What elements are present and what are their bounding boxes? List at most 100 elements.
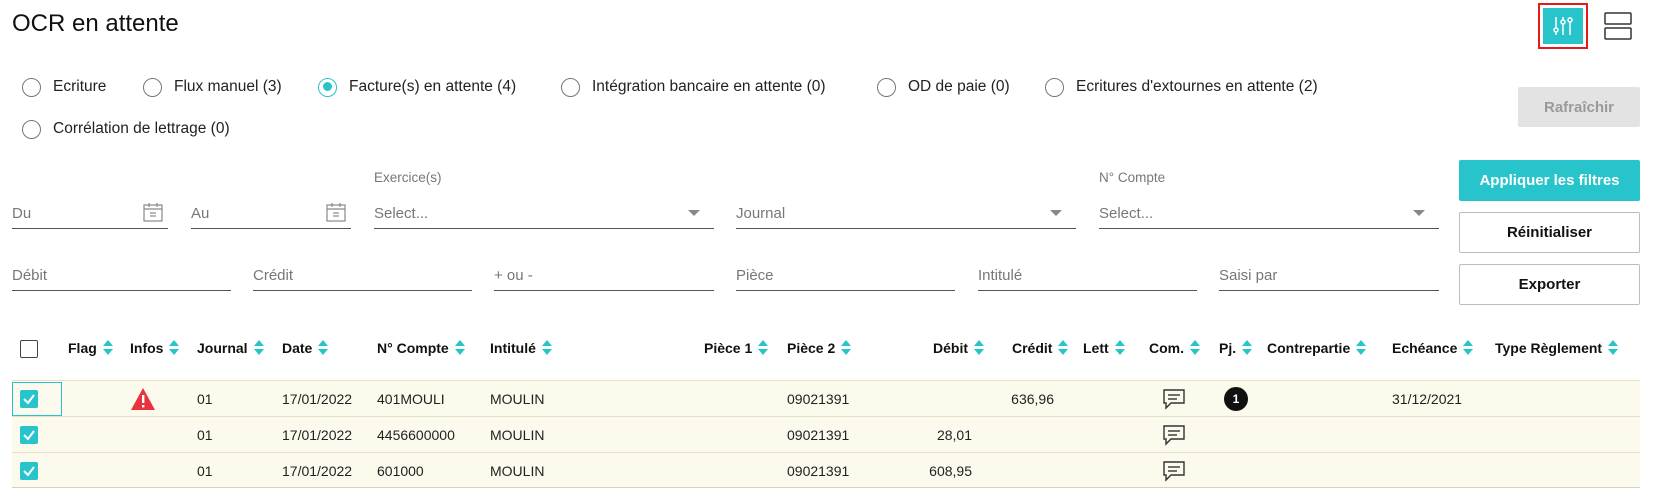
- radio-circle[interactable]: [22, 77, 41, 97]
- radio-label: Ecritures d'extournes en attente (2): [1076, 78, 1318, 95]
- row-checkbox[interactable]: [20, 462, 38, 480]
- column-header-date[interactable]: Date: [282, 338, 329, 358]
- credit-field[interactable]: Crédit: [253, 261, 472, 291]
- reset-button[interactable]: Réinitialiser: [1459, 212, 1640, 253]
- radio-label: OD de paie (0): [908, 78, 1010, 95]
- date-from-placeholder: Du: [12, 205, 32, 222]
- date-to-field[interactable]: Au: [191, 199, 351, 229]
- column-header-type-reglement[interactable]: Type Règlement: [1495, 338, 1619, 358]
- calendar-icon[interactable]: [142, 201, 164, 223]
- chevron-down-icon: [1413, 210, 1425, 216]
- exercice-select[interactable]: Select...: [374, 199, 714, 229]
- row-checkbox[interactable]: [20, 390, 38, 408]
- debit-field[interactable]: Débit: [12, 261, 231, 291]
- refresh-button[interactable]: Rafraîchir: [1518, 87, 1640, 127]
- journal-value: Journal: [736, 205, 786, 222]
- sort-icon[interactable]: [1058, 340, 1069, 356]
- sort-icon[interactable]: [1608, 340, 1619, 356]
- check-icon: [23, 430, 35, 441]
- cell-piece2: 09021391: [787, 463, 850, 479]
- radio-flux-manuel[interactable]: Flux manuel (3): [143, 75, 282, 99]
- sort-icon[interactable]: [1242, 340, 1253, 356]
- select-all-checkbox[interactable]: [20, 340, 38, 358]
- export-button[interactable]: Exporter: [1459, 264, 1640, 305]
- column-header-com[interactable]: Com.: [1149, 338, 1200, 358]
- date-to-placeholder: Au: [191, 205, 210, 222]
- column-header-echeance[interactable]: Echéance: [1392, 338, 1474, 358]
- cell-intitule: MOULIN: [490, 427, 545, 443]
- radio-correlation-lettrage[interactable]: Corrélation de lettrage (0): [22, 117, 230, 141]
- radio-label: Ecriture: [53, 78, 107, 95]
- intitule-field[interactable]: Intitulé: [978, 261, 1197, 291]
- table-row[interactable]: 01 17/01/2022 601000 MOULIN 09021391 608…: [12, 452, 1640, 488]
- table-row[interactable]: 01 17/01/2022 4456600000 MOULIN 09021391…: [12, 416, 1640, 452]
- column-header-journal[interactable]: Journal: [197, 338, 264, 358]
- radio-integration-bancaire[interactable]: Intégration bancaire en attente (0): [561, 75, 826, 99]
- radio-circle[interactable]: [561, 77, 580, 97]
- cell-echeance: 31/12/2021: [1392, 391, 1463, 407]
- comment-icon[interactable]: [1162, 388, 1186, 410]
- column-header-flag[interactable]: Flag: [68, 338, 113, 358]
- cell-date: 17/01/2022: [282, 391, 353, 407]
- column-header-compte[interactable]: N° Compte: [377, 338, 465, 358]
- sort-icon[interactable]: [974, 340, 984, 356]
- radio-ecriture[interactable]: Ecriture: [22, 75, 106, 99]
- comment-icon[interactable]: [1162, 460, 1186, 482]
- table-row[interactable]: 01 17/01/2022 401MOULI MOULIN 09021391 6…: [12, 380, 1640, 416]
- radio-label: Corrélation de lettrage (0): [53, 120, 230, 137]
- column-header-contrepartie[interactable]: Contrepartie: [1267, 338, 1367, 358]
- column-header-piece2[interactable]: Pièce 2: [787, 338, 852, 358]
- sort-icon[interactable]: [318, 340, 329, 356]
- column-header-lett[interactable]: Lett: [1083, 338, 1125, 358]
- row-checkbox[interactable]: [20, 426, 38, 444]
- column-header-intitule[interactable]: Intitulé: [490, 338, 552, 358]
- plus-minus-field[interactable]: + ou -: [494, 261, 714, 291]
- radio-circle[interactable]: [22, 119, 41, 139]
- intitule-placeholder: Intitulé: [978, 267, 1023, 284]
- sort-icon[interactable]: [1463, 340, 1474, 356]
- cell-credit: 636,96: [1011, 391, 1054, 407]
- column-header-pj[interactable]: Pj.: [1219, 338, 1253, 358]
- sort-icon[interactable]: [541, 340, 552, 356]
- apply-filters-button[interactable]: Appliquer les filtres: [1459, 160, 1640, 201]
- sort-icon[interactable]: [169, 340, 180, 356]
- calendar-icon[interactable]: [325, 201, 347, 223]
- cell-debit: 28,01: [936, 427, 972, 443]
- plus-minus-placeholder: + ou -: [494, 267, 533, 284]
- sort-icon[interactable]: [758, 340, 769, 356]
- radio-circle[interactable]: [877, 77, 896, 97]
- sort-icon[interactable]: [102, 340, 113, 356]
- sort-icon[interactable]: [253, 340, 264, 356]
- attachment-count-badge[interactable]: 1: [1224, 387, 1248, 411]
- saisi-par-placeholder: Saisi par: [1219, 267, 1278, 284]
- column-header-piece1[interactable]: Pièce 1: [704, 338, 769, 358]
- sort-icon[interactable]: [454, 340, 465, 356]
- radio-circle[interactable]: [1045, 77, 1064, 97]
- cell-compte: 401MOULI: [377, 391, 445, 407]
- saisi-par-field[interactable]: Saisi par: [1219, 261, 1439, 291]
- exercice-label: Exercice(s): [374, 170, 442, 185]
- filters-toggle-button[interactable]: [1538, 3, 1588, 49]
- column-header-debit[interactable]: Débit: [933, 338, 984, 358]
- date-from-field[interactable]: Du: [12, 199, 168, 229]
- sort-icon[interactable]: [1190, 340, 1200, 356]
- radio-od-de-paie[interactable]: OD de paie (0): [877, 75, 1010, 99]
- sort-icon[interactable]: [841, 340, 852, 356]
- sort-icon[interactable]: [1356, 340, 1367, 356]
- piece-field[interactable]: Pièce: [736, 261, 955, 291]
- radio-ecritures-extournes[interactable]: Ecritures d'extournes en attente (2): [1045, 75, 1318, 99]
- warning-icon[interactable]: [130, 387, 156, 411]
- radio-circle[interactable]: [318, 77, 337, 97]
- radio-circle[interactable]: [143, 77, 162, 97]
- column-header-credit[interactable]: Crédit: [1012, 338, 1069, 358]
- split-view-icon[interactable]: [1604, 12, 1632, 40]
- cell-piece2: 09021391: [787, 391, 850, 407]
- comment-icon[interactable]: [1162, 424, 1186, 446]
- column-header-infos[interactable]: Infos: [130, 338, 180, 358]
- piece-placeholder: Pièce: [736, 267, 774, 284]
- sort-icon[interactable]: [1114, 340, 1125, 356]
- radio-factures-en-attente[interactable]: Facture(s) en attente (4): [318, 75, 516, 99]
- compte-select[interactable]: Select...: [1099, 199, 1439, 229]
- journal-select[interactable]: Journal: [736, 199, 1076, 229]
- page-title: OCR en attente: [12, 10, 179, 37]
